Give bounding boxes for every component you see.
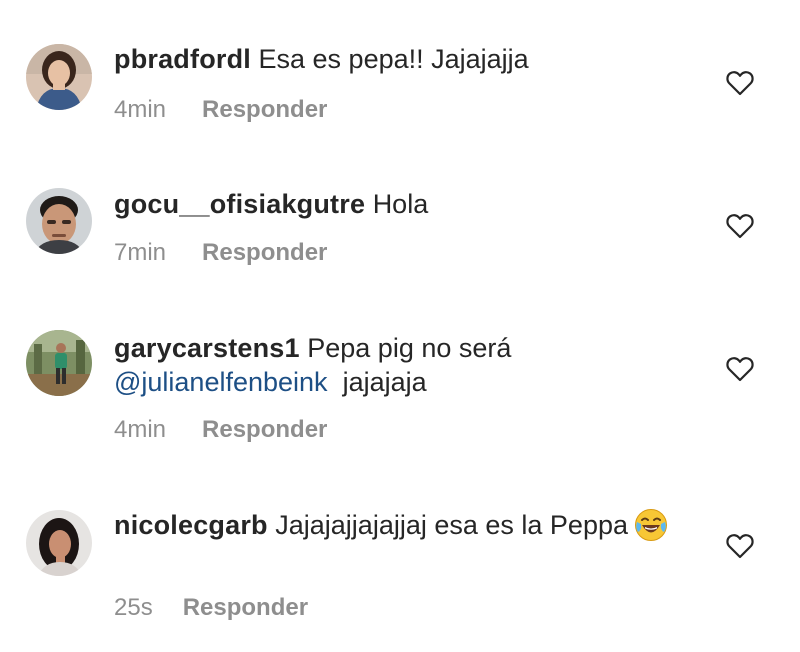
comment-username[interactable]: nicolecgarb [114,510,268,540]
comment-meta: 7min Responder [114,239,327,267]
comment-text: gocu__ofisiakgutre Hola [114,187,674,221]
comment-message: Jajajajjajajjaj esa es la Peppa [275,510,628,540]
comment-username[interactable]: garycarstens1 [114,333,300,363]
reply-button[interactable]: Responder [202,416,327,444]
comment-meta: 25s Responder [114,594,308,622]
comment-message-continued: jajajaja [342,367,427,397]
comment-timestamp: 4min [114,96,167,123]
comment-timestamp: 25s [114,594,153,621]
comment-message: Esa es pepa!! Jajajajja [258,44,529,74]
reply-button[interactable]: Responder [183,594,308,622]
comment-timestamp: 7min [114,239,167,266]
comment-message: Hola [372,189,429,219]
comment-item: garycarstens1 Pepa pig no será @julianelf… [0,300,800,470]
heart-outline-icon[interactable] [726,70,754,96]
avatar[interactable] [26,510,92,576]
avatar[interactable] [26,44,92,110]
comment-text: pbradfordl Esa es pepa!! Jajajajja [114,42,674,76]
heart-outline-icon[interactable] [726,213,754,239]
comment-timestamp: 4min [114,416,167,443]
comment-item: nicolecgarb Jajajajjajajjaj esa es la Pe… [0,470,800,652]
comment-item: gocu__ofisiakgutre Hola 7min Responder [0,150,800,300]
comment-text: nicolecgarb Jajajajjajajjaj esa es la Pe… [114,508,674,544]
comment-username[interactable]: pbradfordl [114,44,251,74]
comment-item: pbradfordl Esa es pepa!! Jajajajja 4min R… [0,0,800,150]
comment-message: Pepa pig no será [307,333,512,363]
comment-meta: 4min Responder [114,96,327,124]
avatar[interactable] [26,188,92,254]
face-with-tears-of-joy-emoji [635,508,667,541]
comment-meta: 4min Responder [114,416,327,444]
comment-username[interactable]: gocu__ofisiakgutre [114,189,365,219]
heart-outline-icon[interactable] [726,533,754,559]
reply-button[interactable]: Responder [202,239,327,267]
avatar[interactable] [26,330,92,396]
comment-text: garycarstens1 Pepa pig no será @julianelf… [114,331,674,399]
reply-button[interactable]: Responder [202,96,327,124]
heart-outline-icon[interactable] [726,356,754,382]
mention-link[interactable]: @julianelfenbeink [114,367,328,397]
